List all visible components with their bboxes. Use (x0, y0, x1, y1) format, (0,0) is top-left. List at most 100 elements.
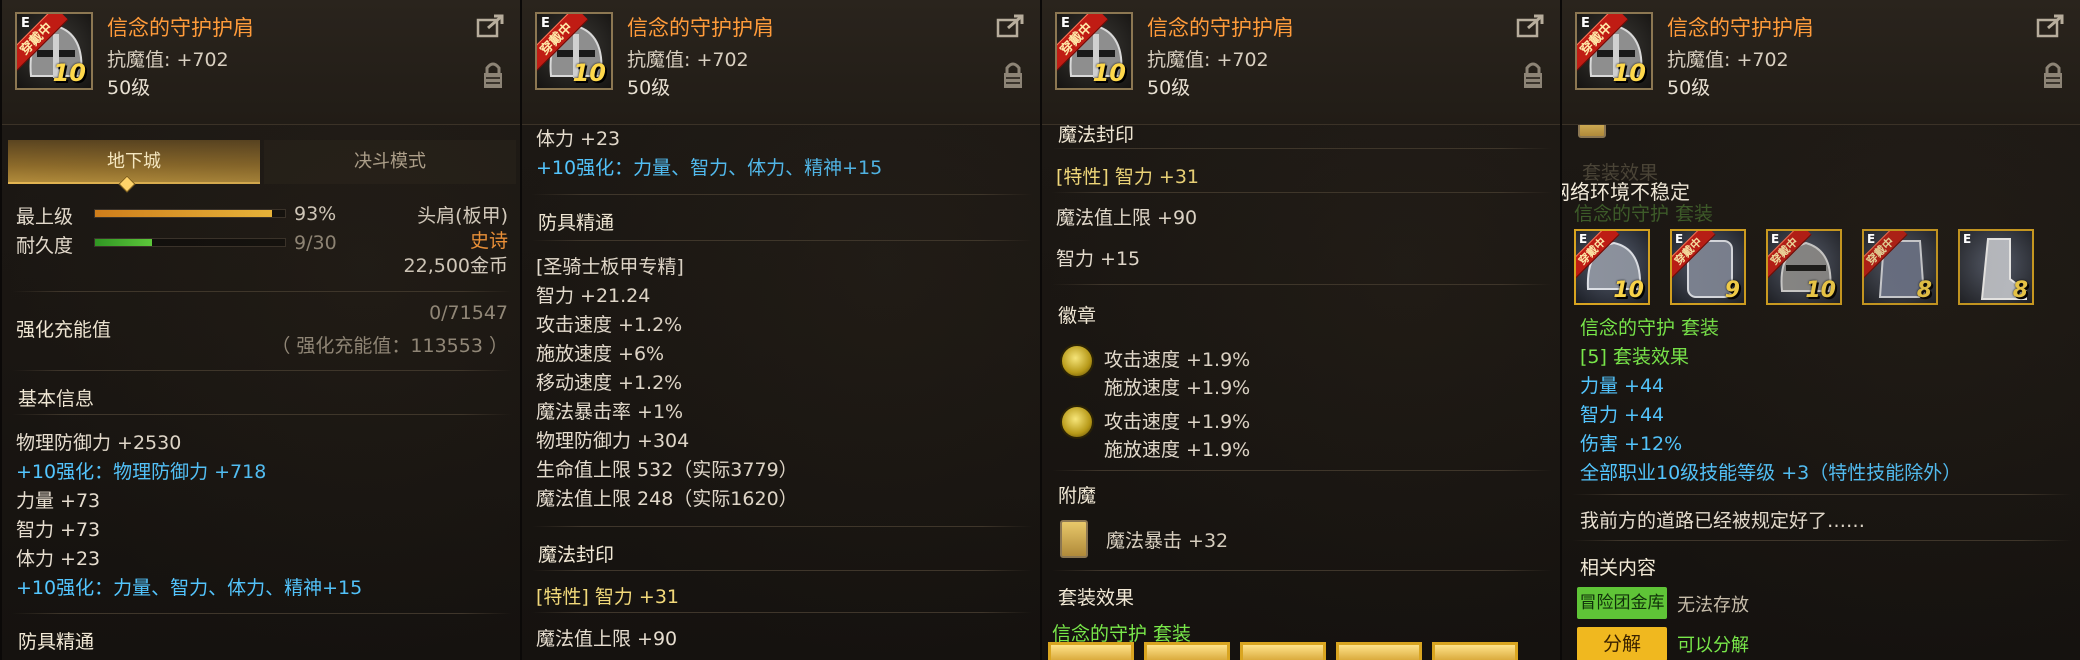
set-bonus-line: 全部职业10级技能等级 +3（特性技能除外） (1580, 462, 1962, 484)
reinforce-level: 10 (1092, 59, 1126, 87)
item-icon-slot[interactable]: E 穿戴中 10 (535, 12, 613, 90)
share-icon[interactable] (2036, 13, 2066, 39)
seal-line: 魔法值上限 +90 (536, 628, 678, 650)
slot-tag: E (541, 16, 550, 31)
slot-tag: E (1581, 16, 1590, 31)
slot-tag: E (21, 16, 30, 31)
share-icon[interactable] (996, 13, 1026, 39)
item-rarity: 史诗 (469, 230, 508, 252)
emblem-line: 攻击速度 +1.9% (1104, 349, 1251, 371)
disassemble-button[interactable]: 分解 (1577, 627, 1667, 660)
item-name: 信念的守护护肩 (107, 16, 254, 40)
seal-trait: [特性] 智力 +31 (1056, 166, 1200, 188)
emblem-line: 攻击速度 +1.9% (1104, 411, 1251, 433)
tooltip-panel-4: E 穿戴中 10 信念的守护护肩 抗魔值: +702 50级 套装效果 网络环境… (1560, 0, 2080, 660)
slot-tag: E (1771, 232, 1780, 246)
reinforce-level: 10 (1612, 59, 1646, 87)
set-bonus-line: 力量 +44 (1580, 375, 1665, 397)
set-item-level: 9 (1724, 278, 1740, 303)
tab-duel[interactable]: 决斗模式 (264, 140, 516, 184)
share-icon[interactable] (476, 13, 506, 39)
magic-seal-title: 魔法封印 (538, 544, 615, 566)
emblem-icon[interactable] (1060, 344, 1094, 378)
tab-dungeon[interactable]: 地下城 (8, 140, 260, 184)
faded-set-name: 信念的守护 套装 (1574, 203, 1714, 225)
emblem-line: 施放速度 +1.9% (1104, 377, 1251, 399)
divider (1052, 148, 1552, 149)
set-item-slot[interactable] (1048, 642, 1134, 660)
mastery-line: 移动速度 +1.2% (536, 372, 683, 394)
charge-value: 0/71547 (429, 302, 508, 324)
emblem-icon[interactable] (1060, 405, 1094, 439)
flavor-text: 我前方的道路已经被规定好了…… (1580, 510, 1866, 532)
item-stat: 抗魔值: +702 (107, 49, 229, 71)
mastery-line: 攻击速度 +1.2% (536, 314, 683, 336)
item-header: E 穿戴中 10 信念的守护护肩 抗魔值: +702 50级 (522, 0, 1040, 125)
reinforce-level: 10 (572, 59, 606, 87)
divider (12, 414, 512, 415)
emblem-line: 施放速度 +1.9% (1104, 439, 1251, 461)
set-item-icon[interactable]: E 穿戴中 10 (1766, 229, 1842, 305)
divider (12, 613, 512, 614)
basic-line: +10强化：物理防御力 +718 (16, 461, 267, 483)
divider (532, 570, 1032, 571)
mastery-line: 魔法值上限 248（实际1620） (536, 488, 798, 510)
grade-bar (94, 209, 286, 218)
share-icon[interactable] (1516, 13, 1546, 39)
item-stat: 抗魔值: +702 (627, 49, 749, 71)
set-item-slot[interactable] (1144, 642, 1230, 660)
slot-tag: E (1061, 16, 1070, 31)
set-bonus-line: 伤害 +12% (1580, 433, 1683, 455)
lock-icon[interactable] (2042, 60, 2064, 90)
divider (532, 194, 1032, 195)
grade-label: 最上级 (16, 206, 74, 228)
item-level: 50级 (1667, 77, 1711, 99)
divider (12, 291, 512, 292)
set-effect-title: 套装效果 (1058, 587, 1135, 609)
charge-label: 强化充能值 (16, 319, 112, 341)
storage-button[interactable]: 冒险团金库 (1577, 587, 1667, 619)
tooltip-panel-2: E 穿戴中 10 信念的守护护肩 抗魔值: +702 50级 体力 +23 +1… (520, 0, 1040, 660)
mastery-sub: [圣骑士板甲专精] (536, 256, 684, 278)
set-item-slot[interactable] (1336, 642, 1422, 660)
divider (1052, 470, 1552, 471)
item-header: E 穿戴中 10 信念的守护护肩 抗魔值: +702 50级 (1042, 0, 1560, 125)
divider (532, 612, 1032, 613)
lock-icon[interactable] (1522, 60, 1544, 90)
mode-tabs: 地下城 决斗模式 (8, 140, 516, 184)
item-icon-slot[interactable]: E 穿戴中 10 (1575, 12, 1653, 90)
set-item-icon[interactable]: E 穿戴中 8 (1862, 229, 1938, 305)
item-level: 50级 (107, 77, 151, 99)
set-item-icon[interactable]: E 穿戴中 10 (1574, 229, 1650, 305)
set-item-slot[interactable] (1432, 642, 1518, 660)
related-title: 相关内容 (1580, 557, 1657, 579)
disassemble-status: 可以分解 (1677, 635, 1749, 656)
lock-icon[interactable] (1002, 60, 1024, 90)
item-name: 信念的守护护肩 (1667, 16, 1814, 40)
enchant-line: 魔法暴击 +32 (1106, 530, 1229, 552)
item-icon-slot[interactable]: E 穿戴中 10 (1055, 12, 1133, 90)
tooltip-panel-3: E 穿戴中 10 信念的守护护肩 抗魔值: +702 50级 魔法封印 [特性]… (1040, 0, 1560, 660)
item-icon-slot[interactable]: E 穿戴中 10 (15, 12, 93, 90)
set-item-level: 10 (1805, 278, 1836, 303)
lock-icon[interactable] (482, 60, 504, 90)
set-item-slot[interactable] (1240, 642, 1326, 660)
set-item-icon[interactable]: E 8 (1958, 229, 2034, 305)
mastery-line: 物理防御力 +304 (536, 430, 690, 452)
basic-line: 体力 +23 (16, 548, 101, 570)
set-item-icon[interactable]: E 穿戴中 9 (1670, 229, 1746, 305)
grade-percent: 93% (294, 203, 337, 225)
set-item-level: 8 (2012, 278, 2028, 303)
divider (12, 370, 512, 371)
reinforce-level: 10 (52, 59, 86, 87)
item-name: 信念的守护护肩 (627, 16, 774, 40)
basic-line: +10强化：力量、智力、体力、精神+15 (536, 157, 883, 179)
enchant-card-icon[interactable] (1060, 520, 1088, 558)
durability-label: 耐久度 (16, 235, 74, 257)
durability-bar (94, 238, 286, 247)
item-header: E 穿戴中 10 信念的守护护肩 抗魔值: +702 50级 (2, 0, 520, 125)
set-bonus-title: [5] 套装效果 (1580, 346, 1689, 368)
item-stat: 抗魔值: +702 (1147, 49, 1269, 71)
divider (1052, 192, 1552, 193)
tooltip-panel-1: E 穿戴中 10 信念的守护护肩 抗魔值: +702 50级 地下城 决斗模式 … (0, 0, 520, 660)
